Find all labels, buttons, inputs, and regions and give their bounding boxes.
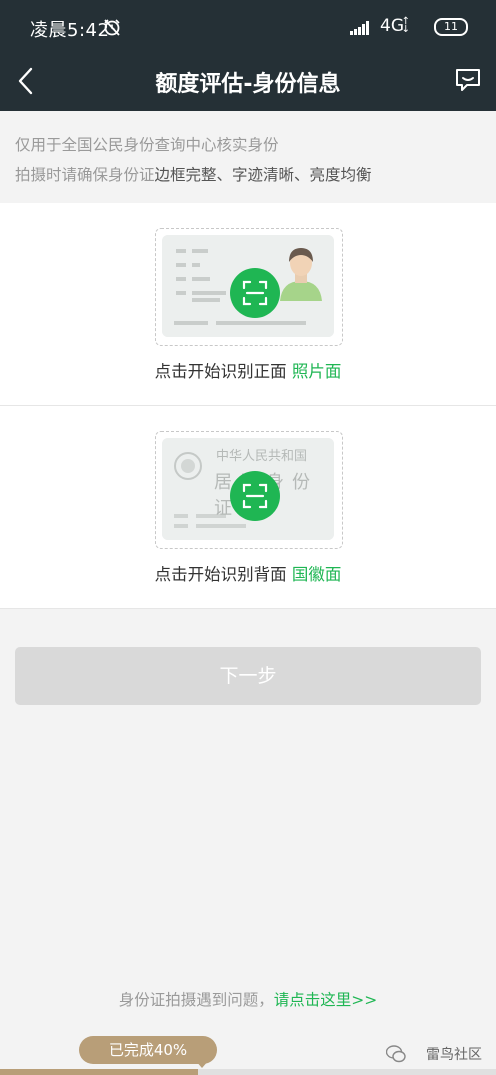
- status-right: 4G ↑ ↓ 11: [328, 16, 468, 38]
- help-prefix: 身份证拍摄遇到问题，: [118, 991, 274, 1009]
- wechat-icon: [385, 1045, 406, 1063]
- battery-icon: 11: [434, 18, 468, 36]
- front-caption-text: 点击开始识别正面: [154, 362, 287, 381]
- notice-line2: 拍摄时请确保身份证边框完整、字迹清晰、亮度均衡: [15, 163, 372, 185]
- page-title: 额度评估-身份信息: [155, 72, 341, 97]
- status-time: 凌晨5:42: [30, 20, 110, 41]
- progress-fill: [0, 1069, 199, 1075]
- back-caption-text: 点击开始识别背面: [154, 565, 287, 584]
- chat-icon[interactable]: [454, 66, 482, 94]
- id-front-section[interactable]: 点击开始识别正面 照片面: [0, 203, 496, 406]
- id-back-section[interactable]: 中华人民共和国 居民身份证 点击开始识别背面 国徽面: [0, 406, 496, 609]
- front-caption-highlight: 照片面: [291, 362, 342, 381]
- front-caption: 点击开始识别正面 照片面: [0, 358, 496, 382]
- scan-back-button[interactable]: [230, 471, 280, 521]
- next-step-button[interactable]: 下一步: [15, 647, 481, 705]
- notice-line1: 仅用于全国公民身份查询中心核实身份: [15, 136, 279, 154]
- id-front-card[interactable]: [155, 228, 343, 346]
- card-back-title: 中华人民共和国: [216, 449, 308, 464]
- back-caption: 点击开始识别背面 国徽面: [0, 561, 496, 585]
- notice-line2-prefix: 拍摄时请确保身份证: [15, 166, 155, 184]
- nav-row: 额度评估-身份信息: [0, 54, 496, 111]
- progress-bar: [0, 1069, 496, 1075]
- notice-line2-emphasis: 边框完整、字迹清晰、亮度均衡: [154, 166, 372, 184]
- watermark-text: 雷鸟社区: [426, 1047, 482, 1063]
- id-verification-page: 凌晨5:42 4G ↑ ↓ 11 额度评估-身份信息 仅用于全国公民身份查询中心…: [0, 0, 496, 1075]
- top-bar: 凌晨5:42 4G ↑ ↓ 11 额度评估-身份信息: [0, 0, 496, 111]
- scan-front-button[interactable]: [230, 268, 280, 318]
- network-label: 4G: [380, 16, 404, 36]
- help-text: 身份证拍摄遇到问题，请点击这里>>: [0, 988, 496, 1010]
- id-front-card-image: [162, 235, 334, 337]
- watermark: 雷鸟社区: [372, 1043, 482, 1065]
- id-back-card[interactable]: 中华人民共和国 居民身份证: [155, 431, 343, 549]
- signal-icon: [350, 20, 370, 35]
- progress-badge-pointer: [195, 1060, 209, 1068]
- status-bar: 凌晨5:42 4G ↑ ↓ 11: [0, 0, 496, 54]
- back-caption-highlight: 国徽面: [291, 565, 342, 584]
- scan-icon: [242, 280, 268, 306]
- data-arrows-icon: ↑ ↓: [401, 16, 410, 35]
- notice: 仅用于全国公民身份查询中心核实身份 拍摄时请确保身份证边框完整、字迹清晰、亮度均…: [0, 111, 496, 203]
- help-link[interactable]: 请点击这里>>: [274, 991, 377, 1009]
- alarm-off-icon: [102, 17, 122, 37]
- scan-icon: [242, 483, 268, 509]
- id-back-card-image: 中华人民共和国 居民身份证: [162, 438, 334, 540]
